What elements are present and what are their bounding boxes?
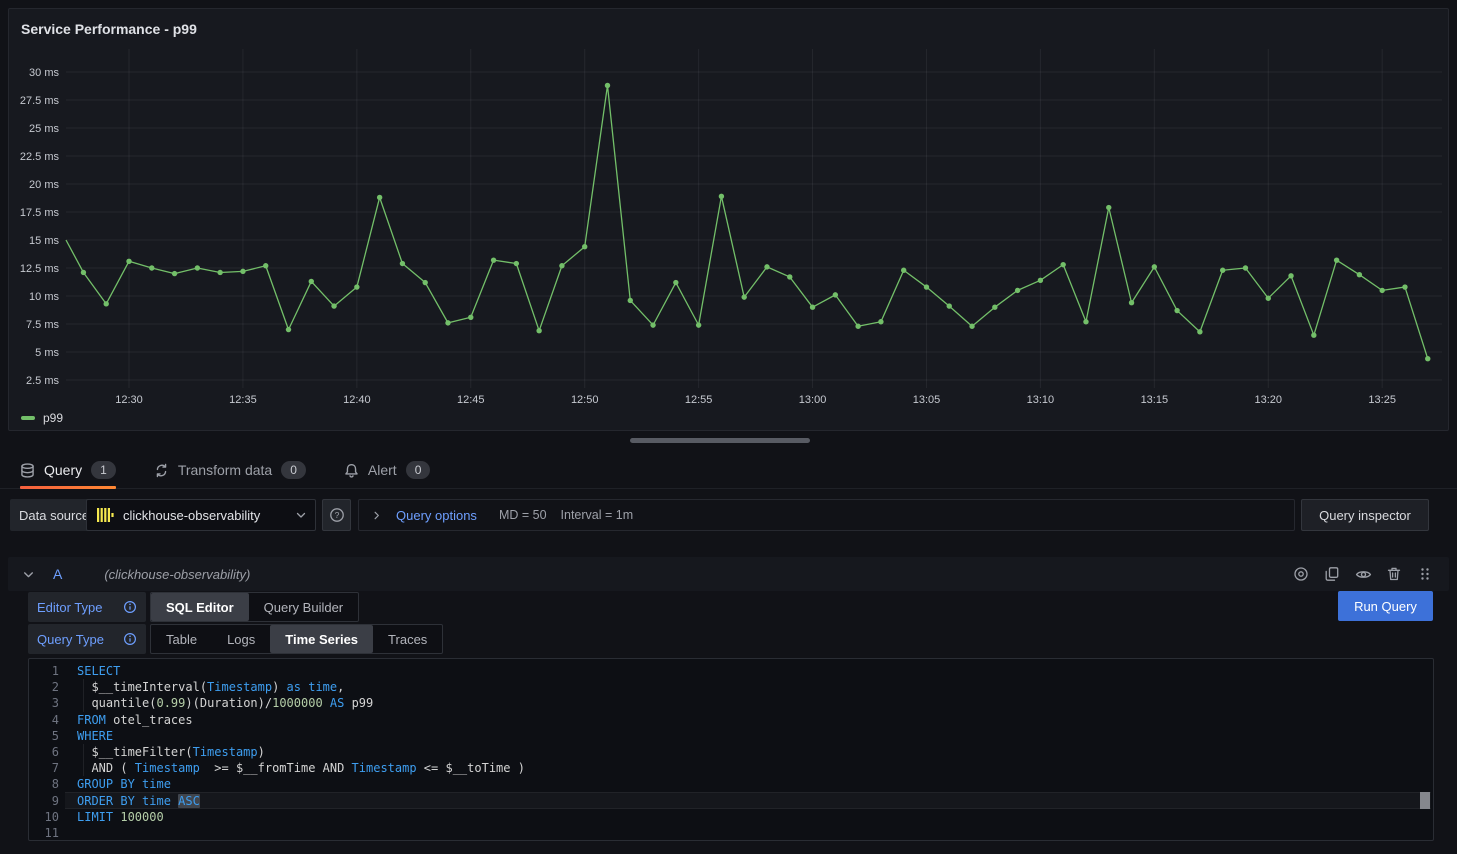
legend-swatch xyxy=(21,416,35,420)
eye-icon[interactable] xyxy=(1353,564,1373,584)
svg-text:10 ms: 10 ms xyxy=(29,291,59,303)
query-ref-id[interactable]: A xyxy=(53,566,62,582)
legend-item-p99[interactable]: p99 xyxy=(21,411,63,425)
query-type-time-series[interactable]: Time Series xyxy=(270,625,373,653)
copy-query-icon[interactable] xyxy=(1322,564,1342,584)
tab-transform-count: 0 xyxy=(281,461,306,479)
svg-text:13:00: 13:00 xyxy=(799,394,827,406)
svg-text:25 ms: 25 ms xyxy=(29,123,59,135)
query-type-switcher: Table Logs Time Series Traces xyxy=(150,624,443,654)
bell-icon xyxy=(344,463,359,478)
editor-tabbar: Query 1 Transform data 0 Alert 0 xyxy=(0,452,1457,489)
record-icon[interactable] xyxy=(1291,564,1311,584)
drag-handle-icon[interactable] xyxy=(1415,564,1435,584)
chevron-down-icon xyxy=(295,509,307,521)
database-icon xyxy=(20,463,35,478)
trash-icon[interactable] xyxy=(1384,564,1404,584)
interval-value: Interval = 1m xyxy=(561,508,634,522)
query-type-logs[interactable]: Logs xyxy=(212,625,270,653)
svg-text:22.5 ms: 22.5 ms xyxy=(20,151,60,163)
svg-text:13:15: 13:15 xyxy=(1141,394,1169,406)
query-datasource-hint: (clickhouse-observability) xyxy=(104,567,250,582)
svg-text:12:50: 12:50 xyxy=(571,394,599,406)
sql-code-editor[interactable]: 1234567891011 SELECT $__timeInterval(Tim… xyxy=(28,658,1434,841)
svg-text:13:20: 13:20 xyxy=(1254,394,1282,406)
tab-transform-label: Transform data xyxy=(178,462,272,478)
svg-text:5 ms: 5 ms xyxy=(35,347,59,359)
editor-type-chip: Editor Type xyxy=(28,592,146,622)
svg-text:20 ms: 20 ms xyxy=(29,179,59,191)
svg-text:12:45: 12:45 xyxy=(457,394,485,406)
svg-text:12:55: 12:55 xyxy=(685,394,713,406)
panel-resize-handle[interactable] xyxy=(630,438,810,443)
query-inspector-button[interactable]: Query inspector xyxy=(1301,499,1429,531)
latency-chart: 2.5 ms 5 ms 7.5 ms 10 ms 12.5 ms 15 ms 17.5 ms… xyxy=(9,45,1442,413)
datasource-help-button[interactable]: ? xyxy=(322,499,351,531)
chevron-right-icon xyxy=(371,510,382,521)
run-query-label: Run Query xyxy=(1354,599,1417,614)
svg-text:12.5 ms: 12.5 ms xyxy=(20,263,60,275)
process-icon xyxy=(154,463,169,478)
query-row-header: A (clickhouse-observability) xyxy=(8,557,1449,591)
tab-alert-label: Alert xyxy=(368,462,397,478)
query-type-label: Query Type xyxy=(37,632,104,647)
tab-alert[interactable]: Alert 0 xyxy=(344,452,430,488)
svg-text:12:40: 12:40 xyxy=(343,394,371,406)
svg-text:2.5 ms: 2.5 ms xyxy=(26,375,60,387)
datasource-name: clickhouse-observability xyxy=(123,508,260,523)
tab-query-label: Query xyxy=(44,462,82,478)
info-circle-icon[interactable] xyxy=(123,600,137,614)
svg-text:15 ms: 15 ms xyxy=(29,235,59,247)
collapse-chevron-icon[interactable] xyxy=(22,568,35,581)
clickhouse-logo-icon xyxy=(95,505,115,525)
panel-title[interactable]: Service Performance - p99 xyxy=(21,21,197,37)
editor-cursor-marker xyxy=(1420,792,1430,809)
svg-text:12:35: 12:35 xyxy=(229,394,257,406)
query-options-label: Query options xyxy=(396,508,477,523)
timeseries-panel: Service Performance - p99 2.5 ms 5 ms 7.5 … xyxy=(8,8,1449,431)
query-actions xyxy=(1291,564,1435,584)
tab-alert-count: 0 xyxy=(406,461,431,479)
query-inspector-label: Query inspector xyxy=(1319,508,1411,523)
tab-query[interactable]: Query 1 xyxy=(20,452,116,488)
query-options-bar[interactable]: Query options MD = 50 Interval = 1m xyxy=(358,499,1295,531)
run-query-button[interactable]: Run Query xyxy=(1338,591,1433,621)
line-number-gutter: 1234567891011 xyxy=(29,663,59,841)
svg-text:13:25: 13:25 xyxy=(1368,394,1396,406)
datasource-label: Data source xyxy=(10,499,98,531)
legend-label: p99 xyxy=(43,411,63,425)
question-circle-icon: ? xyxy=(329,507,345,523)
datasource-picker[interactable]: clickhouse-observability xyxy=(86,499,316,531)
editor-type-label: Editor Type xyxy=(37,600,103,615)
svg-text:30 ms: 30 ms xyxy=(29,67,59,79)
query-type-chip: Query Type xyxy=(28,624,146,654)
svg-text:?: ? xyxy=(334,510,339,520)
svg-text:17.5 ms: 17.5 ms xyxy=(20,207,60,219)
tab-transform-data[interactable]: Transform data 0 xyxy=(154,452,306,488)
svg-text:13:10: 13:10 xyxy=(1027,394,1055,406)
active-tab-underline xyxy=(20,486,116,489)
max-data-points-value: MD = 50 xyxy=(499,508,547,522)
editor-type-query-builder[interactable]: Query Builder xyxy=(249,593,358,621)
info-circle-icon[interactable] xyxy=(123,632,137,646)
svg-text:7.5 ms: 7.5 ms xyxy=(26,319,60,331)
tab-query-count: 1 xyxy=(91,461,116,479)
query-type-table[interactable]: Table xyxy=(151,625,212,653)
svg-text:12:30: 12:30 xyxy=(115,394,143,406)
editor-type-switcher: SQL Editor Query Builder xyxy=(150,592,359,622)
editor-type-sql-editor[interactable]: SQL Editor xyxy=(151,593,249,621)
svg-text:13:05: 13:05 xyxy=(913,394,941,406)
query-type-traces[interactable]: Traces xyxy=(373,625,442,653)
svg-text:27.5 ms: 27.5 ms xyxy=(20,95,60,107)
sql-code: SELECT $__timeInterval(Timestamp) as tim… xyxy=(77,663,525,841)
